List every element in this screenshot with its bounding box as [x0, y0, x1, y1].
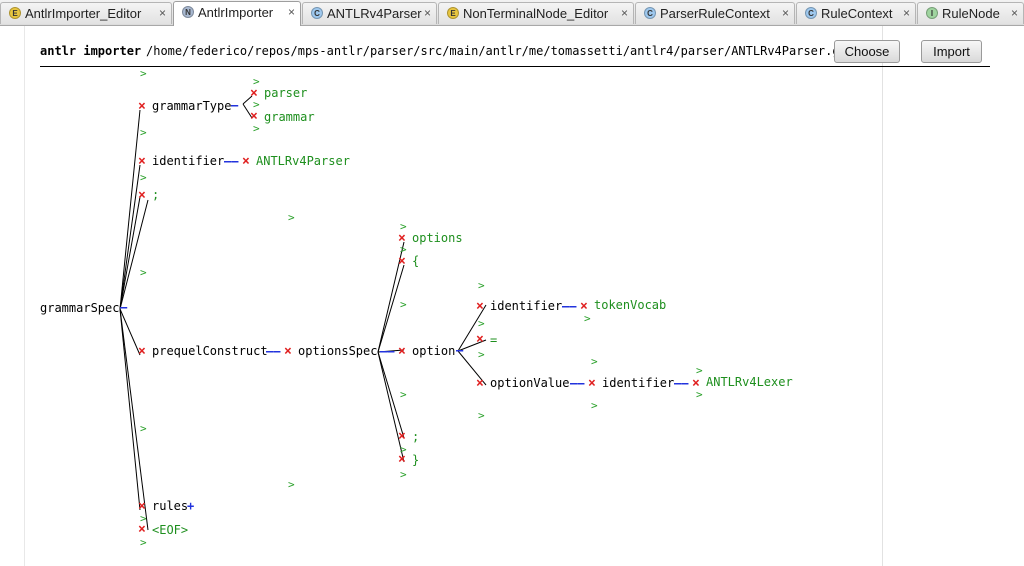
parse-tree-diagram: grammarSpec –>× grammarType –>× parser>× gram…: [40, 67, 793, 549]
delete-icon[interactable]: ×: [588, 376, 596, 391]
chevron-right-icon[interactable]: >: [478, 279, 485, 292]
connector-dash: ––: [674, 376, 689, 390]
chevron-right-icon[interactable]: >: [400, 298, 407, 311]
delete-icon[interactable]: ×: [398, 429, 406, 444]
delete-icon[interactable]: ×: [138, 344, 146, 359]
delete-icon[interactable]: ×: [138, 99, 146, 114]
terminal-rbrace[interactable]: }: [412, 453, 419, 467]
chevron-right-icon[interactable]: >: [288, 211, 295, 224]
collapse-icon[interactable]: –: [231, 98, 239, 112]
tree-node-option[interactable]: option: [412, 344, 455, 358]
tree-node-rules[interactable]: rules: [152, 499, 188, 513]
delete-icon[interactable]: ×: [476, 332, 484, 347]
expand-icon[interactable]: +: [187, 499, 194, 513]
collapse-icon[interactable]: –: [120, 300, 128, 314]
delete-icon[interactable]: ×: [284, 344, 292, 359]
terminal-tokenvocab[interactable]: tokenVocab: [594, 298, 666, 312]
tree-node-identifier-3[interactable]: identifier: [602, 376, 674, 390]
tree-node-grammartype[interactable]: grammarType: [152, 99, 231, 113]
terminal-lbrace[interactable]: {: [412, 254, 419, 268]
tree-edge: [119, 308, 141, 511]
delete-icon[interactable]: ×: [398, 254, 406, 269]
chevron-right-icon[interactable]: >: [696, 388, 703, 401]
delete-icon[interactable]: ×: [476, 376, 484, 391]
chevron-right-icon[interactable]: >: [140, 171, 147, 184]
chevron-right-icon[interactable]: >: [140, 126, 147, 139]
delete-icon[interactable]: ×: [398, 344, 406, 359]
tree-node-identifier[interactable]: identifier: [152, 154, 224, 168]
tree-edge: [119, 199, 149, 310]
connector-dash: ––: [562, 299, 577, 313]
tree-node-identifier-2[interactable]: identifier: [490, 299, 562, 313]
connector-dash: ––: [570, 376, 585, 390]
connector-dash: ––: [224, 154, 239, 168]
delete-icon[interactable]: ×: [138, 154, 146, 169]
tree-node-optionsspec[interactable]: optionsSpec: [298, 344, 377, 358]
chevron-right-icon[interactable]: >: [400, 468, 407, 481]
connector-dash: ––: [266, 344, 281, 358]
chevron-right-icon[interactable]: >: [591, 355, 598, 368]
terminal-equals[interactable]: =: [490, 333, 497, 347]
tree-edge: [119, 109, 141, 310]
terminal-grammar[interactable]: grammar: [264, 110, 315, 124]
delete-icon[interactable]: ×: [138, 188, 146, 203]
chevron-right-icon[interactable]: >: [253, 122, 260, 135]
chevron-right-icon[interactable]: >: [288, 478, 295, 491]
tree-node-prequelconstruct[interactable]: prequelConstruct: [152, 344, 268, 358]
connector-dash: ––: [380, 344, 395, 358]
terminal-options[interactable]: options: [412, 231, 463, 245]
chevron-right-icon[interactable]: >: [140, 67, 147, 80]
chevron-right-icon[interactable]: >: [478, 317, 485, 330]
chevron-right-icon[interactable]: >: [140, 536, 147, 549]
terminal-antlrv4lexer[interactable]: ANTLRv4Lexer: [706, 375, 793, 389]
chevron-right-icon[interactable]: >: [400, 388, 407, 401]
chevron-right-icon[interactable]: >: [140, 422, 147, 435]
terminal-eof[interactable]: <EOF>: [152, 523, 188, 537]
chevron-right-icon[interactable]: >: [584, 312, 591, 325]
terminal-semicolon[interactable]: ;: [152, 188, 159, 202]
chevron-right-icon[interactable]: >: [478, 348, 485, 361]
terminal-antlrv4parser[interactable]: ANTLRv4Parser: [256, 154, 350, 168]
chevron-right-icon[interactable]: >: [140, 266, 147, 279]
tree-node-optionvalue[interactable]: optionValue: [490, 376, 569, 390]
terminal-semicolon-2[interactable]: ;: [412, 430, 419, 444]
delete-icon[interactable]: ×: [138, 522, 146, 537]
delete-icon[interactable]: ×: [242, 154, 250, 169]
tree-edge: [119, 164, 141, 310]
collapse-icon[interactable]: –: [456, 343, 464, 357]
delete-icon[interactable]: ×: [476, 299, 484, 314]
tree-node-grammarspec[interactable]: grammarSpec: [40, 301, 119, 315]
chevron-right-icon[interactable]: >: [591, 399, 598, 412]
delete-icon[interactable]: ×: [398, 452, 406, 467]
chevron-right-icon[interactable]: >: [478, 409, 485, 422]
chevron-right-icon[interactable]: >: [696, 364, 703, 377]
terminal-parser[interactable]: parser: [264, 86, 307, 100]
